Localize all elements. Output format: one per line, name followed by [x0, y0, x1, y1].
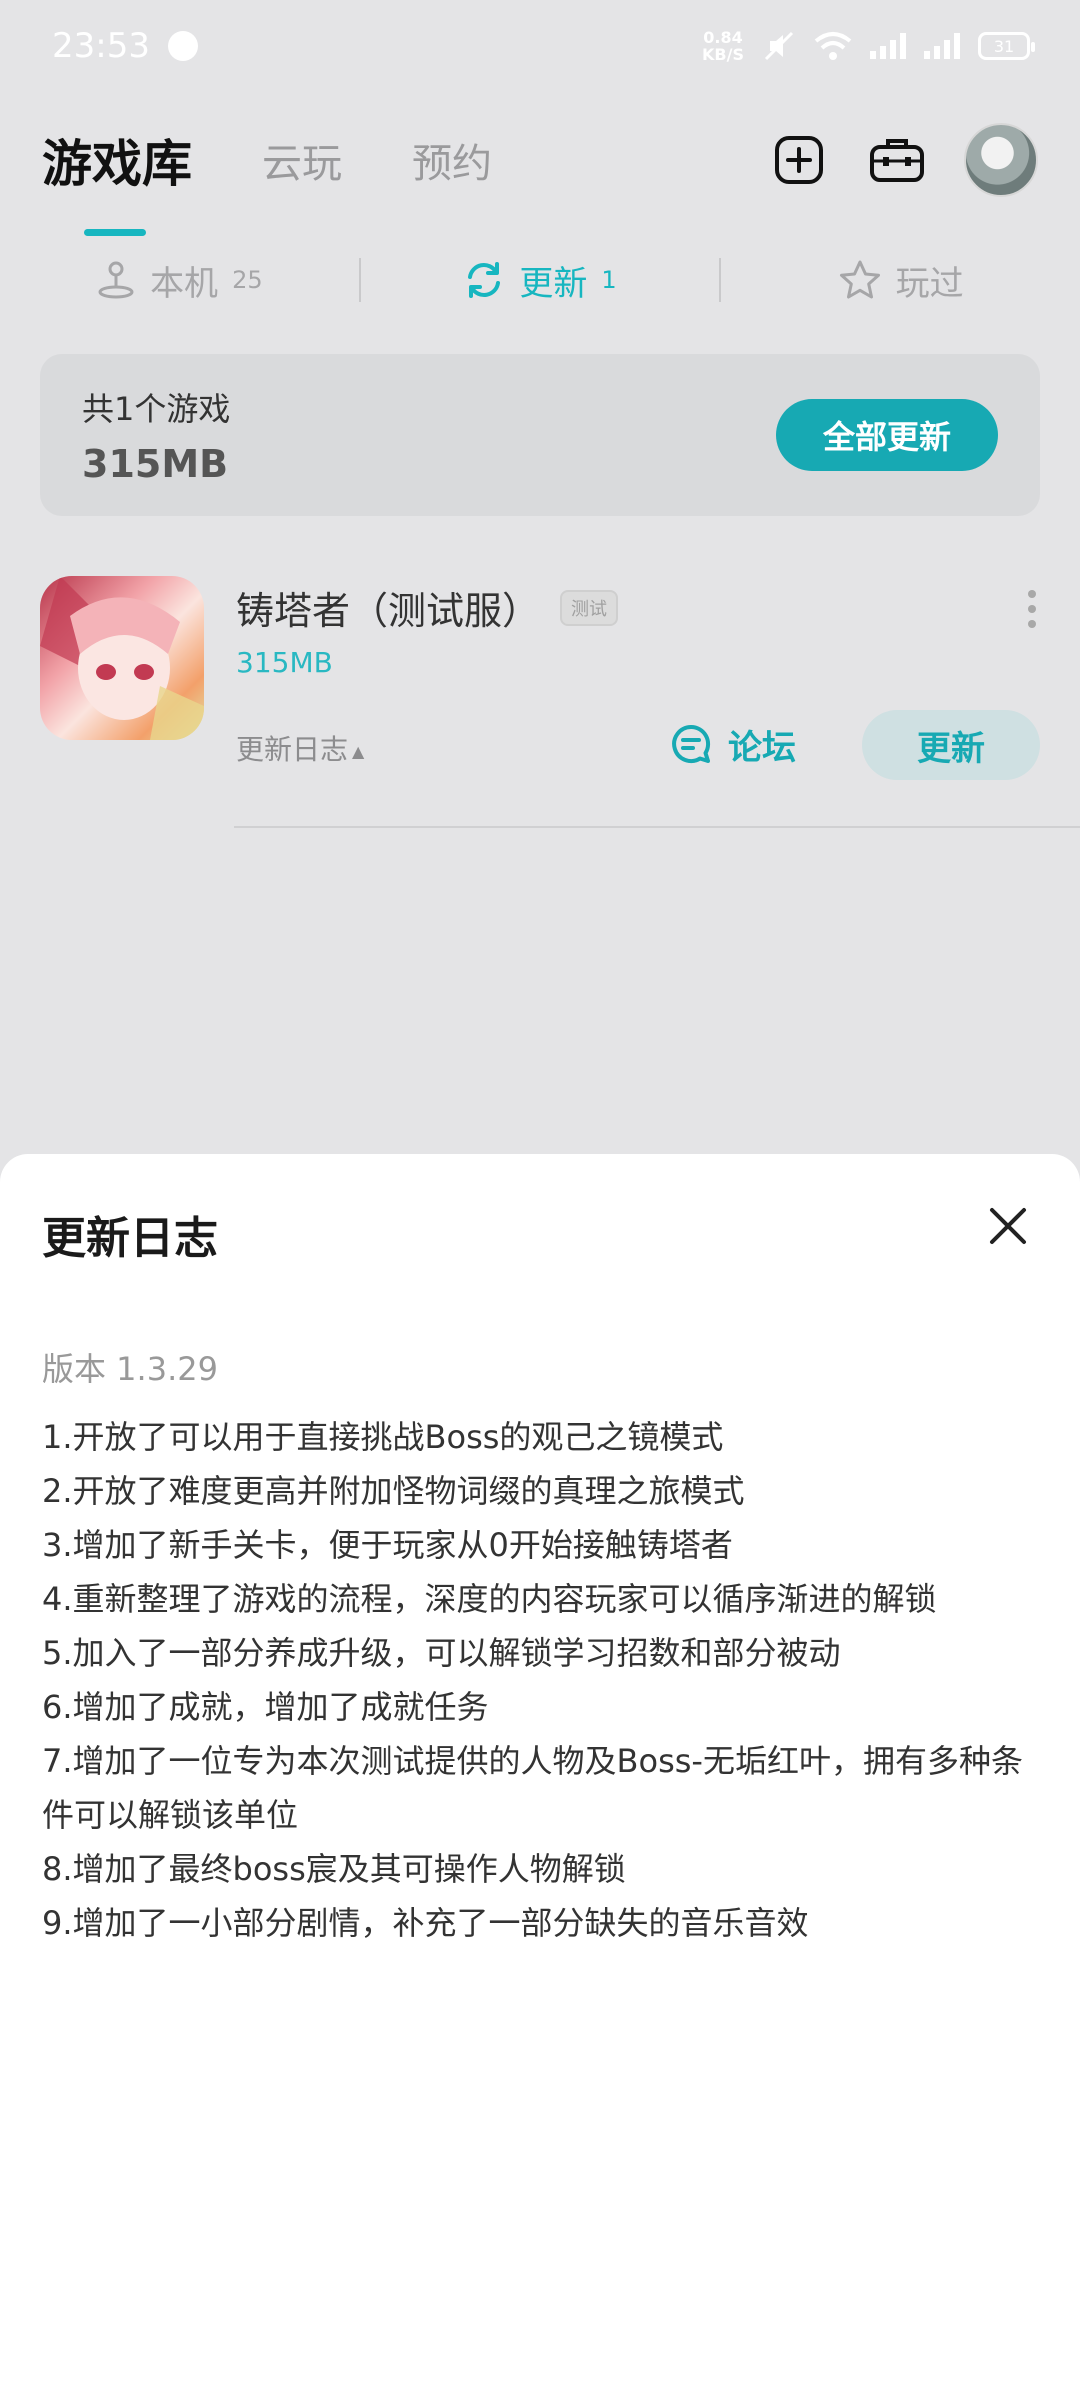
- more-options-icon[interactable]: [1028, 590, 1036, 628]
- refresh-icon: [468, 262, 501, 298]
- toolbox-icon: [870, 139, 924, 182]
- version-label: 版本 1.3.29: [42, 1350, 218, 1388]
- signal-icon: [870, 33, 906, 59]
- network-speed-unit: KB/S: [702, 45, 744, 64]
- test-badge: 测试: [560, 589, 619, 626]
- nav-actions: [768, 123, 1038, 197]
- changelog-item: 1.开放了可以用于直接挑战Boss的观己之镜模式: [42, 1418, 724, 1456]
- game-name: 铸塔者（测试服）: [236, 589, 541, 633]
- divider: [234, 826, 1080, 828]
- sub-tab-local-label: 本机: [150, 263, 219, 304]
- summary-info: 共1个游戏 315MB: [82, 384, 230, 486]
- sub-tab-updates-count: 1: [601, 266, 617, 294]
- changelog-item: 9.增加了一小部分剧情，补充了一部分缺失的音乐音效: [42, 1904, 809, 1942]
- update-game-button[interactable]: 更新: [862, 710, 1040, 780]
- changelog-sheet: 更新日志 版本 1.3.29 1.开放了可以用于直接挑战Boss的观己之镜模式 …: [0, 1154, 1080, 2400]
- game-artwork-icon: [40, 576, 204, 740]
- summary-total-size: 315MB: [82, 442, 229, 486]
- add-square-icon: [775, 136, 823, 184]
- forum-label: 论坛: [728, 727, 796, 768]
- changelog-item: 5.加入了一部分养成升级，可以解锁学习招数和部分被动: [42, 1634, 841, 1672]
- close-icon[interactable]: [984, 1202, 1032, 1250]
- network-speed: 0.84 KB/S: [702, 29, 744, 63]
- update-summary-card: 共1个游戏 315MB 全部更新: [40, 354, 1040, 516]
- changelog-list: 1.开放了可以用于直接挑战Boss的观己之镜模式 2.开放了难度更高并附加怪物词…: [42, 1410, 1042, 1950]
- status-left: 23:53: [52, 26, 198, 66]
- changelog-item: 8.增加了最终boss宸及其可操作人物解锁: [42, 1850, 626, 1888]
- changelog-item: 2.开放了难度更高并附加怪物词缀的真理之旅模式: [42, 1472, 745, 1510]
- update-all-button[interactable]: 全部更新: [776, 399, 998, 471]
- status-time: 23:53: [52, 26, 150, 66]
- sub-tab-updates[interactable]: 更新 1: [361, 256, 720, 305]
- sub-tab-local-count: 25: [232, 266, 263, 294]
- add-game-button[interactable]: [768, 129, 830, 191]
- changelog-item: 3.增加了新手关卡，便于玩家从0开始接触铸塔者: [42, 1526, 733, 1564]
- forum-button[interactable]: 论坛: [670, 708, 796, 780]
- notification-dot-icon: [167, 31, 198, 61]
- battery-icon: 31: [978, 32, 1035, 60]
- joystick-icon: [98, 261, 134, 299]
- star-icon: [839, 260, 880, 299]
- changelog-toggle-label: 更新日志: [236, 733, 349, 766]
- changelog-toggle[interactable]: 更新日志 ▲: [236, 728, 364, 768]
- sub-tab-local[interactable]: 本机 25: [0, 256, 359, 305]
- user-avatar[interactable]: [964, 123, 1038, 197]
- game-list-item[interactable]: 铸塔者（测试服） 测试 315MB 更新日志 ▲ 论坛 更新: [40, 576, 1040, 828]
- changelog-item: 6.增加了成就，增加了成就任务: [42, 1688, 489, 1726]
- toolbox-button[interactable]: [866, 129, 928, 191]
- sub-tab-played-label: 玩过: [895, 263, 964, 304]
- sheet-title: 更新日志: [42, 1213, 218, 1264]
- chat-bubble-icon: [672, 724, 711, 763]
- changelog-item: 7.增加了一位专为本次测试提供的人物及Boss-无垢红叶，拥有多种条件可以解锁该…: [42, 1742, 1023, 1834]
- status-bar: 23:53 0.84 KB/S 31: [0, 0, 1080, 92]
- game-icon[interactable]: [40, 576, 204, 740]
- wifi-icon: [814, 32, 852, 60]
- tab-game-library[interactable]: 游戏库: [42, 124, 192, 236]
- game-title-row: 铸塔者（测试服） 测试: [236, 580, 619, 635]
- signal-icon-2: [924, 33, 960, 59]
- caret-up-icon: ▲: [352, 741, 365, 761]
- tab-cloud-play[interactable]: 云玩: [262, 131, 342, 189]
- network-speed-value: 0.84: [703, 28, 743, 47]
- tab-reservation[interactable]: 预约: [412, 131, 492, 189]
- mute-vibrate-icon: [764, 31, 794, 61]
- sub-tab-updates-label: 更新: [519, 263, 588, 304]
- game-size: 315MB: [236, 646, 333, 679]
- sub-tab-played[interactable]: 玩过: [721, 256, 1080, 305]
- summary-game-count: 共1个游戏: [82, 390, 231, 428]
- status-right: 0.84 KB/S 31: [702, 29, 1035, 63]
- changelog-item: 4.重新整理了游戏的流程，深度的内容玩家可以循序渐进的解锁: [42, 1580, 937, 1618]
- sub-tabs: 本机 25 更新 1 玩过: [0, 240, 1080, 320]
- top-nav: 游戏库 云玩 预约: [0, 110, 1080, 236]
